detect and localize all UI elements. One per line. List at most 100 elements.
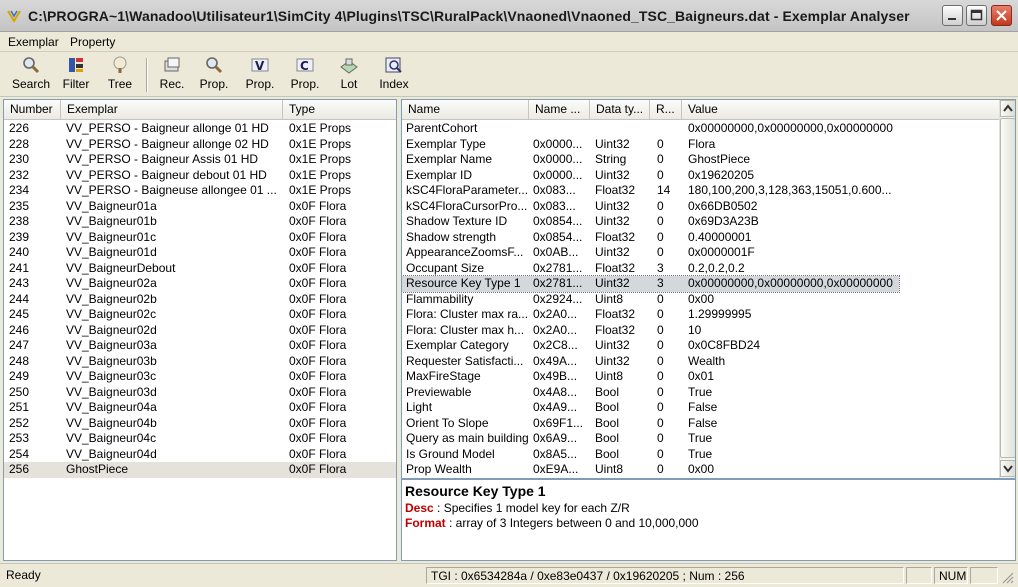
property-row[interactable]: Requester Satisfacti... 0x49A... Uint32 0 We… <box>402 354 999 370</box>
index-button[interactable]: Index <box>376 55 412 95</box>
exemplar-name: VV_PERSO - Baigneur debout 01 HD <box>66 167 267 182</box>
scroll-down-button[interactable] <box>1000 460 1015 477</box>
exemplar-list[interactable]: Number Exemplar Type 226 VV_PERSO - Baign… <box>3 99 397 561</box>
prop-search-button[interactable]: Prop. <box>196 55 232 95</box>
property-row[interactable]: Query as main building 0x6A9... Bool 0 True <box>402 431 999 447</box>
property-row[interactable]: Orient To Slope 0x69F1... Bool 0 False <box>402 416 999 432</box>
property-row[interactable]: Prop Wealth 0xE9A... Uint8 0 0x00 <box>402 462 999 478</box>
column-header-number[interactable]: Number <box>4 100 61 119</box>
property-id: 0x0000... <box>533 152 583 166</box>
property-row[interactable]: kSC4FloraParameter... 0x083... Float32 14 18… <box>402 183 999 199</box>
column-header-name-id[interactable]: Name ... <box>529 100 590 119</box>
exemplar-row[interactable]: 240 VV_Baigneur01d 0x0F Flora <box>4 245 396 261</box>
exemplar-row[interactable]: 250 VV_Baigneur03d 0x0F Flora <box>4 385 396 401</box>
exemplar-type: 0x0F Flora <box>289 446 347 461</box>
scroll-up-button[interactable] <box>1000 100 1015 117</box>
exemplar-type: 0x0F Flora <box>289 353 347 368</box>
property-id: 0x49A... <box>533 353 578 368</box>
exemplar-row[interactable]: 256 GhostPiece 0x0F Flora <box>4 462 396 478</box>
property-row[interactable]: kSC4FloraCursorPro... 0x083... Uint32 0 0x66… <box>402 199 999 215</box>
exemplar-row[interactable]: 232 VV_PERSO - Baigneur debout 01 HD 0x1E … <box>4 168 396 184</box>
property-id: 0x2924... <box>533 291 583 306</box>
property-name: Requester Satisfacti... <box>406 353 524 368</box>
exemplar-row[interactable]: 238 VV_Baigneur01b 0x0F Flora <box>4 214 396 230</box>
exemplar-name: VV_Baigneur03d <box>66 384 157 399</box>
property-row[interactable]: Shadow strength 0x0854... Float32 0 0.400000… <box>402 230 999 246</box>
property-row[interactable]: Is Ground Model 0x8A5... Bool 0 True <box>402 447 999 463</box>
exemplar-row[interactable]: 245 VV_Baigneur02c 0x0F Flora <box>4 307 396 323</box>
exemplar-row[interactable]: 252 VV_Baigneur04b 0x0F Flora <box>4 416 396 432</box>
property-row[interactable]: Light 0x4A9... Bool 0 False <box>402 400 999 416</box>
property-reps: 3 <box>657 260 664 275</box>
exemplar-row[interactable]: 251 VV_Baigneur04a 0x0F Flora <box>4 400 396 416</box>
property-scrollbar[interactable] <box>999 100 1015 478</box>
property-row[interactable]: Exemplar Category 0x2C8... Uint32 0 0x0C8FBD… <box>402 338 999 354</box>
exemplar-number: 244 <box>9 291 30 306</box>
column-header-value[interactable]: Value <box>682 100 999 119</box>
property-row[interactable]: Occupant Size 0x2781... Float32 3 0.2,0.2,0.… <box>402 261 999 277</box>
property-row[interactable]: Exemplar Type 0x0000... Uint32 0 Flora <box>402 137 999 153</box>
property-row[interactable]: Exemplar Name 0x0000... String 0 GhostPiece <box>402 152 999 168</box>
exemplar-type: 0x0F Flora <box>289 462 347 476</box>
exemplar-row[interactable]: 246 VV_Baigneur02d 0x0F Flora <box>4 323 396 339</box>
exemplar-row[interactable]: 244 VV_Baigneur02b 0x0F Flora <box>4 292 396 308</box>
exemplar-row[interactable]: 241 VV_BaigneurDebout 0x0F Flora <box>4 261 396 277</box>
tree-button[interactable]: Tree <box>102 55 138 95</box>
maximize-button[interactable] <box>966 5 987 26</box>
property-row[interactable]: Resource Key Type 1 0x2781... Uint32 3 0x000… <box>402 275 900 293</box>
property-row[interactable]: Exemplar ID 0x0000... Uint32 0 0x19620205 <box>402 168 999 184</box>
exemplar-name: VV_Baigneur02a <box>66 276 157 290</box>
property-id: 0x2781... <box>533 276 583 290</box>
resize-grip-icon[interactable] <box>1000 570 1014 584</box>
exemplar-row[interactable]: 230 VV_PERSO - Baigneur Assis 01 HD 0x1E P… <box>4 152 396 168</box>
property-id: 0x0000... <box>533 167 583 182</box>
lot-button[interactable]: Lot <box>334 55 364 95</box>
column-header-data-type[interactable]: Data ty... <box>590 100 650 119</box>
property-row[interactable]: MaxFireStage 0x49B... Uint8 0 0x01 <box>402 369 999 385</box>
column-header-type[interactable]: Type <box>283 100 396 119</box>
exemplar-row[interactable]: 234 VV_PERSO - Baigneuse allongee 01 ... 0… <box>4 183 396 199</box>
property-row[interactable]: Flora: Cluster max h... 0x2A0... Float32 0 1… <box>402 323 999 339</box>
exemplar-row[interactable]: 243 VV_Baigneur02a 0x0F Flora <box>4 276 396 292</box>
filter-button[interactable]: Filter <box>58 55 94 95</box>
property-data-type: Uint32 <box>595 136 630 151</box>
prop-count-button[interactable]: C Prop. <box>287 55 323 95</box>
menu-property[interactable]: Property <box>70 35 115 49</box>
exemplar-row[interactable]: 239 VV_Baigneur01c 0x0F Flora <box>4 230 396 246</box>
column-header-name[interactable]: Name <box>402 100 529 119</box>
property-row[interactable]: ParentCohort 0x00000000,0x00000000,0x0000… <box>402 121 999 137</box>
minimize-button[interactable] <box>942 5 963 26</box>
description-format: Format : array of 3 Integers between 0 a… <box>405 516 699 530</box>
exemplar-row[interactable]: 226 VV_PERSO - Baigneur allonge 01 HD 0x1E… <box>4 121 396 137</box>
scroll-thumb[interactable] <box>1000 118 1015 458</box>
exemplar-name: VV_Baigneur01d <box>66 245 157 259</box>
rec-button[interactable]: Rec. <box>154 55 190 95</box>
column-header-rep[interactable]: R... <box>650 100 682 119</box>
exemplar-type: 0x0F Flora <box>289 369 347 383</box>
property-list[interactable]: Name Name ... Data ty... R... Value Pare… <box>401 99 1016 479</box>
exemplar-name: VV_PERSO - Baigneuse allongee 01 ... <box>66 183 277 197</box>
close-button[interactable] <box>991 5 1012 26</box>
property-row[interactable]: Previewable 0x4A8... Bool 0 True <box>402 385 999 401</box>
exemplar-name: VV_Baigneur02c <box>66 307 157 321</box>
property-id: 0x2A0... <box>533 322 578 337</box>
property-row[interactable]: AppearanceZoomsF... 0x0AB... Uint32 0 0x0000… <box>402 245 999 261</box>
column-header-exemplar[interactable]: Exemplar <box>61 100 283 119</box>
search-button[interactable]: Search <box>10 55 52 95</box>
exemplar-name: VV_Baigneur04a <box>66 400 157 414</box>
property-row[interactable]: Flammability 0x2924... Uint8 0 0x00 <box>402 292 999 308</box>
status-bar: Ready TGI : 0x6534284a / 0xe83e0437 / 0x… <box>0 563 1018 587</box>
toolbar: Search Filter Tree Rec. Prop. V Prop. C … <box>0 52 1018 97</box>
exemplar-row[interactable]: 235 VV_Baigneur01a 0x0F Flora <box>4 199 396 215</box>
prop-value-button[interactable]: V Prop. <box>242 55 278 95</box>
exemplar-row[interactable]: 248 VV_Baigneur03b 0x0F Flora <box>4 354 396 370</box>
menu-exemplar[interactable]: Exemplar <box>8 35 59 49</box>
exemplar-row[interactable]: 254 VV_Baigneur04d 0x0F Flora <box>4 447 396 463</box>
exemplar-row[interactable]: 228 VV_PERSO - Baigneur allonge 02 HD 0x1E… <box>4 137 396 153</box>
exemplar-row[interactable]: 249 VV_Baigneur03c 0x0F Flora <box>4 369 396 385</box>
prop-search-icon <box>206 57 223 74</box>
exemplar-row[interactable]: 253 VV_Baigneur04c 0x0F Flora <box>4 431 396 447</box>
property-row[interactable]: Shadow Texture ID 0x0854... Uint32 0 0x69D3A… <box>402 214 999 230</box>
exemplar-row[interactable]: 247 VV_Baigneur03a 0x0F Flora <box>4 338 396 354</box>
property-row[interactable]: Flora: Cluster max ra... 0x2A0... Float32 0… <box>402 307 999 323</box>
